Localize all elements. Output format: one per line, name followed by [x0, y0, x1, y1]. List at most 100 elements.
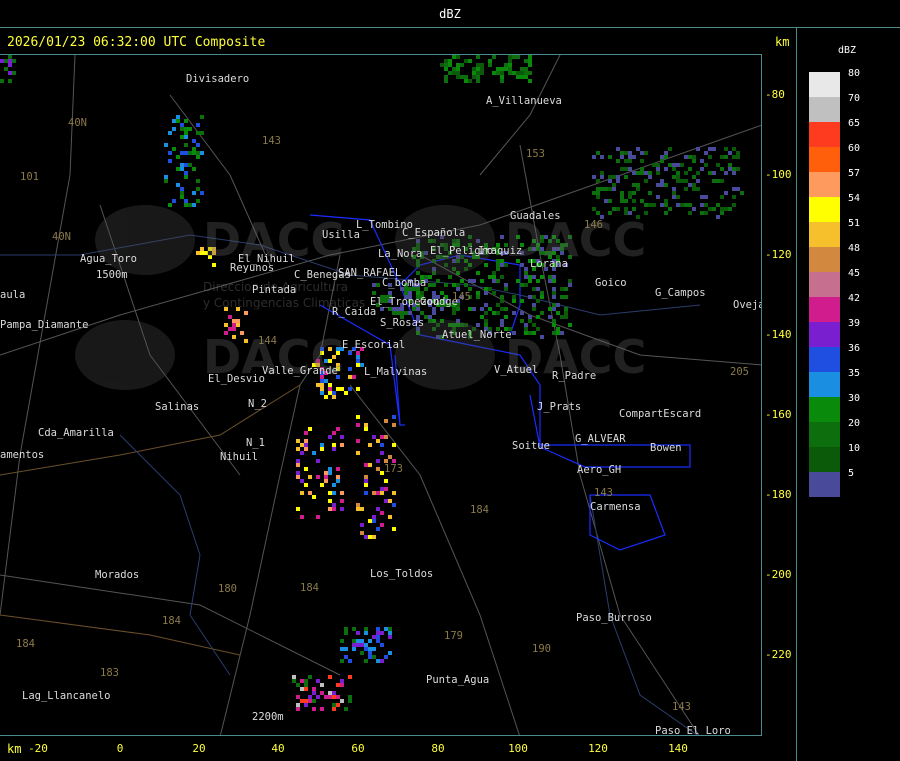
echo-cell: [308, 475, 312, 479]
echo-cell: [296, 475, 300, 479]
echo-cell: [736, 187, 740, 191]
scan-timestamp: 2026/01/23 06:32:00 UTC Composite: [7, 35, 266, 50]
echo-cell: [296, 471, 300, 475]
echo-cell: [636, 147, 640, 151]
echo-cell: [300, 687, 304, 691]
echo-cell: [344, 627, 348, 631]
echo-cell: [168, 151, 172, 155]
echo-cell: [464, 75, 468, 79]
logo-dacc-2: [395, 205, 495, 275]
echo-cell: [308, 695, 312, 699]
echo-cell: [516, 75, 520, 79]
echo-cell: [680, 179, 684, 183]
place-label: Cda_Amarilla: [38, 427, 114, 439]
echo-cell: [360, 523, 364, 527]
echo-cell: [180, 187, 184, 191]
legend-label: 45: [848, 268, 861, 279]
echo-cell: [624, 151, 628, 155]
echo-cell: [636, 183, 640, 187]
echo-cell: [364, 475, 368, 479]
place-label: N_2: [248, 398, 267, 410]
echo-cell: [620, 151, 624, 155]
echo-cell: [608, 179, 612, 183]
radar-plot-area[interactable]: DACC Direccion de Agricultura y Continge…: [0, 54, 762, 736]
echo-cell: [624, 175, 628, 179]
place-label: S_Rosas: [380, 317, 425, 329]
echo-cell: [312, 687, 316, 691]
place-label: Pampa_Diamante: [0, 319, 89, 331]
echo-cell: [328, 691, 332, 695]
place-label: Soitue: [512, 440, 550, 452]
echo-cell: [328, 491, 332, 495]
echo-cell: [316, 695, 320, 699]
echo-cell: [472, 67, 476, 71]
echo-cell: [344, 647, 348, 651]
echo-cell: [336, 703, 340, 707]
echo-cell: [300, 679, 304, 683]
echo-cell: [508, 63, 512, 67]
echo-cell: [520, 75, 524, 79]
echo-cell: [328, 675, 332, 679]
place-label: Divisadero: [186, 73, 250, 85]
echo-cell: [700, 159, 704, 163]
echo-cell: [304, 483, 308, 487]
echo-cell: [344, 707, 348, 711]
echo-cell: [352, 639, 356, 643]
echo-cell: [688, 155, 692, 159]
echo-cell: [700, 195, 704, 199]
echo-cell: [376, 467, 380, 471]
echo-cell: [376, 635, 380, 639]
echo-cell: [192, 191, 196, 195]
echo-cell: [384, 655, 388, 659]
echo-cell: [336, 683, 340, 687]
road-number: 153: [526, 148, 545, 160]
echo-cell: [180, 151, 184, 155]
echo-cell: [720, 207, 724, 211]
echo-cell: [304, 687, 308, 691]
echo-cell: [736, 151, 740, 155]
echo-cell: [168, 159, 172, 163]
road-number: 184: [162, 615, 181, 627]
echo-cell: [184, 175, 188, 179]
echo-cell: [164, 179, 168, 183]
echo-cell: [720, 179, 724, 183]
echo-cell: [524, 67, 528, 71]
echo-cell: [184, 199, 188, 203]
echo-cell: [200, 131, 204, 135]
echo-cell: [632, 199, 636, 203]
echo-cell: [508, 55, 512, 59]
legend-swatch: [809, 297, 840, 322]
echo-cell: [708, 171, 712, 175]
echo-cell: [180, 195, 184, 199]
echo-cell: [656, 183, 660, 187]
echo-cell: [368, 535, 372, 539]
echo-cell: [388, 499, 392, 503]
echo-cell: [308, 491, 312, 495]
legend-label: 54: [848, 193, 861, 204]
echo-cell: [348, 699, 352, 703]
echo-cell: [300, 491, 304, 495]
echo-cell: [480, 67, 484, 71]
echo-cell: [368, 651, 372, 655]
echo-cell: [732, 203, 736, 207]
echo-cell: [312, 691, 316, 695]
echo-cell: [732, 195, 736, 199]
echo-cell: [340, 647, 344, 651]
echo-cell: [444, 63, 448, 67]
legend-swatch: [809, 197, 840, 222]
echo-cell: [12, 71, 16, 75]
echo-cell: [488, 63, 492, 67]
echo-cell: [196, 151, 200, 155]
echo-cell: [592, 155, 596, 159]
echo-cell: [460, 75, 464, 79]
x-tick: 40: [271, 742, 285, 755]
place-label: Usilla: [322, 229, 360, 241]
echo-cell: [668, 163, 672, 167]
legend-swatch: [809, 447, 840, 472]
legend-swatch: [809, 272, 840, 297]
echo-cell: [368, 647, 372, 651]
echo-cell: [620, 191, 624, 195]
x-tick: 60: [351, 742, 365, 755]
echo-cell: [512, 55, 516, 59]
echo-cell: [184, 143, 188, 147]
